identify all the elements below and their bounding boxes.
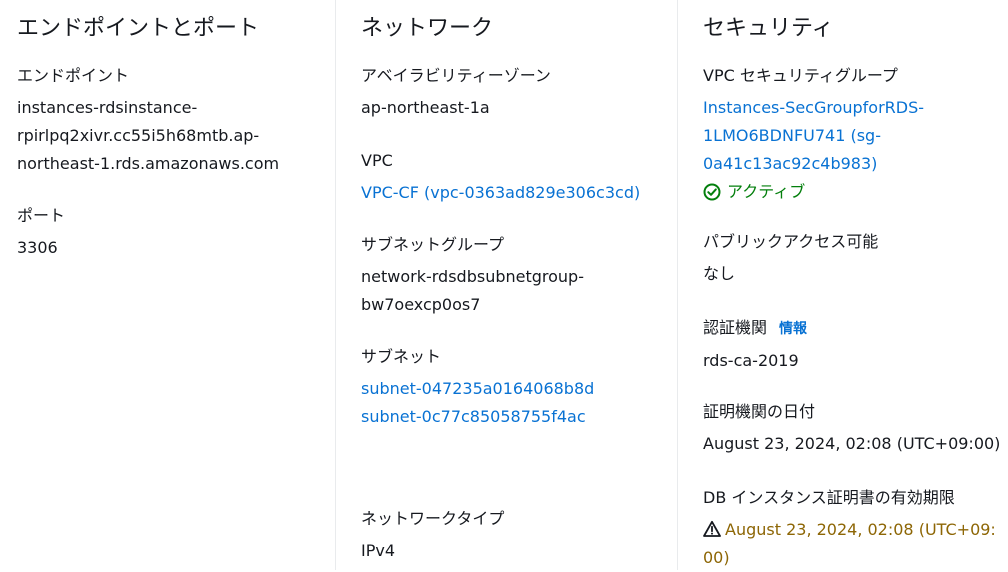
- ca-date-field: 証明機関の日付 August 23, 2024, 02:08 (UTC+09:0…: [703, 398, 1000, 458]
- network-section: ネットワーク アベイラビリティーゾーン ap-northeast-1a VPC …: [335, 0, 677, 570]
- availability-zone-label: アベイラビリティーゾーン: [361, 66, 551, 85]
- section-title-security: セキュリティ: [703, 16, 834, 41]
- ca-info-link[interactable]: 情報: [779, 321, 807, 337]
- security-group-link[interactable]: Instances-SecGroupforRDS- 1LMO6BDNFU741 …: [703, 94, 924, 178]
- subnet-group-value-line: network-rdsdbsubnetgroup-: [361, 267, 584, 286]
- section-title-network: ネットワーク: [361, 16, 494, 41]
- check-circle-icon: [703, 183, 721, 201]
- subnet-group-label: サブネットグループ: [361, 235, 505, 254]
- vpc-link[interactable]: VPC-CF (vpc-0363ad829e306c3cd): [361, 183, 640, 202]
- availability-zone-value: ap-northeast-1a: [361, 98, 490, 117]
- network-type-field: ネットワークタイプ IPv4: [361, 505, 504, 565]
- endpoint-label: エンドポイント: [17, 66, 130, 85]
- network-type-label: ネットワークタイプ: [361, 509, 505, 528]
- endpoint-port-section: エンドポイントとポート エンドポイント instances-rdsinstanc…: [0, 0, 335, 570]
- vpc-label: VPC: [361, 151, 393, 170]
- public-access-value: なし: [703, 264, 736, 283]
- security-group-label: VPC セキュリティグループ: [703, 66, 898, 85]
- security-group-link-line: 1LMO6BDNFU741 (sg-: [703, 126, 881, 145]
- db-cert-expiry-label: DB インスタンス証明書の有効期限: [703, 488, 955, 507]
- subnet-link[interactable]: subnet-0c77c85058755f4ac: [361, 407, 586, 426]
- ca-value: rds-ca-2019: [703, 351, 799, 370]
- subnet-group-value: network-rdsdbsubnetgroup- bw7oexcp0os7: [361, 263, 584, 319]
- subnet-link[interactable]: subnet-047235a0164068b8d: [361, 379, 594, 398]
- subnets-label: サブネット: [361, 347, 442, 366]
- warning-triangle-icon: [703, 520, 721, 538]
- subnets-field: サブネット subnet-047235a0164068b8d subnet-0c…: [361, 343, 594, 431]
- db-cert-expiry-line: 00): [703, 548, 730, 567]
- security-group-status: アクティブ: [703, 178, 924, 206]
- db-cert-expiry-value: August 23, 2024, 02:08 (UTC+09: 00): [703, 516, 996, 572]
- port-label: ポート: [17, 206, 66, 225]
- security-group-status-text: アクティブ: [727, 182, 806, 201]
- ca-date-label: 証明機関の日付: [703, 402, 816, 421]
- endpoint-field: エンドポイント instances-rdsinstance- rpirlpq2x…: [17, 62, 279, 178]
- ca-label: 認証機関: [703, 318, 768, 337]
- security-group-link-line: Instances-SecGroupforRDS-: [703, 98, 925, 117]
- ca-date-value: August 23, 2024, 02:08 (UTC+09:00): [703, 434, 1001, 453]
- endpoint-value-line: northeast-1.rds.amazonaws.com: [17, 154, 280, 173]
- port-value: 3306: [17, 238, 58, 257]
- port-field: ポート 3306: [17, 202, 65, 262]
- subnet-group-field: サブネットグループ network-rdsdbsubnetgroup- bw7o…: [361, 231, 584, 319]
- public-access-label: パブリックアクセス可能: [703, 232, 879, 251]
- section-title-endpoint-port: エンドポイントとポート: [17, 16, 260, 41]
- db-cert-expiry-field: DB インスタンス証明書の有効期限 August 23, 2024, 02:08…: [703, 484, 996, 572]
- endpoint-value-line: rpirlpq2xivr.cc55i5h68mtb.ap-: [17, 126, 260, 145]
- vpc-field: VPC VPC-CF (vpc-0363ad829e306c3cd): [361, 147, 640, 207]
- security-group-field: VPC セキュリティグループ Instances-SecGroupforRDS-…: [703, 62, 924, 206]
- endpoint-value[interactable]: instances-rdsinstance- rpirlpq2xivr.cc55…: [17, 94, 279, 178]
- network-type-value: IPv4: [361, 541, 396, 560]
- availability-zone-field: アベイラビリティーゾーン ap-northeast-1a: [361, 62, 551, 122]
- ca-field: 認証機関 情報 rds-ca-2019: [703, 314, 807, 375]
- security-section: セキュリティ VPC セキュリティグループ Instances-SecGroup…: [677, 0, 1008, 570]
- endpoint-value-line: instances-rdsinstance-: [17, 98, 198, 117]
- public-access-field: パブリックアクセス可能 なし: [703, 228, 878, 288]
- db-cert-expiry-line: August 23, 2024, 02:08 (UTC+09:: [725, 520, 996, 539]
- security-group-link-line: 0a41c13ac92c4b983): [703, 154, 878, 173]
- subnet-group-value-line: bw7oexcp0os7: [361, 295, 481, 314]
